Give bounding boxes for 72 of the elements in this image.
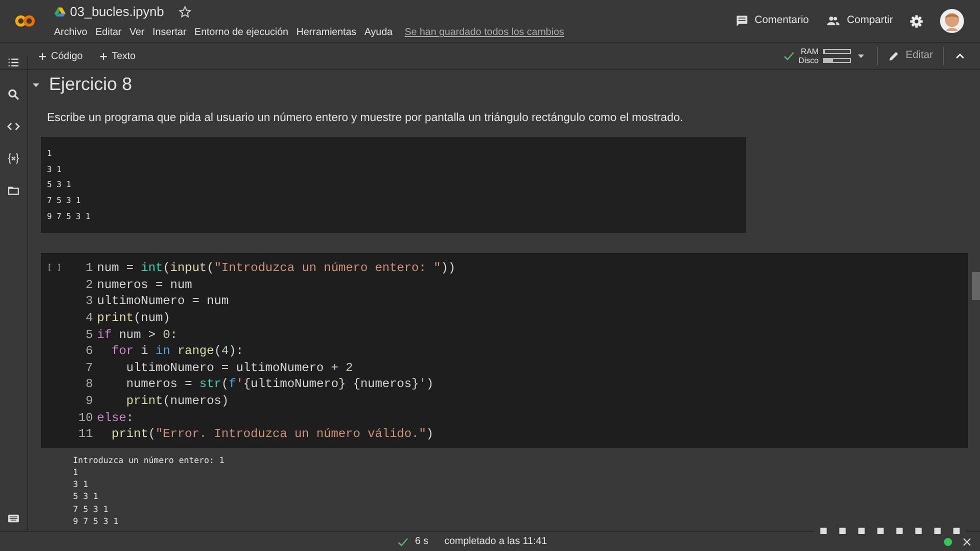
example-line: 5 3 1: [47, 179, 72, 192]
menu-item[interactable]: Ver: [129, 25, 144, 40]
output-line: Introduzca un número entero: 1: [73, 454, 226, 466]
menu-icon[interactable]: [7, 56, 20, 69]
duration-text: 6 s: [415, 535, 428, 549]
close-icon[interactable]: [962, 536, 972, 546]
description-text: Escribe un programa que pida al usuario un número entero y muestre por pantalla un triángulo rectángulo como el mostrado.: [47, 111, 684, 126]
add-cell-button[interactable]: Código: [38, 48, 83, 64]
menu-item[interactable]: Archivo: [54, 25, 88, 40]
line-number: 6: [84, 343, 93, 360]
resources-button[interactable]: RAM Disco: [782, 47, 867, 65]
line-number: 3: [84, 293, 93, 310]
code-line: print("Error. Introduzca un número válido."): [110, 426, 434, 443]
menu-item[interactable]: Herramientas: [296, 25, 356, 40]
settings-icon[interactable]: [909, 14, 924, 28]
connection-dot: [944, 538, 952, 546]
code-line: ultimoNumero = ultimoNumero + 2: [125, 360, 354, 376]
star-icon[interactable]: [178, 4, 192, 18]
line-number: 9: [84, 392, 93, 410]
code-line: num = int(input("Introduzca un número entero: ")): [97, 260, 456, 277]
code-line: numeros = num: [97, 276, 194, 294]
edit-button[interactable]: Editar: [888, 48, 933, 64]
plus-icon: [98, 52, 108, 60]
example-line: 7 5 3 1: [47, 195, 82, 208]
output-line: 1: [73, 466, 80, 478]
folder-icon[interactable]: [7, 184, 20, 197]
line-number: 11: [77, 426, 93, 443]
code-line: for i in range(4):: [110, 343, 244, 360]
code-line: numeros = str(f'{ultimoNumero} {numeros}'): [125, 376, 435, 393]
keyboard-icon[interactable]: [7, 512, 20, 525]
plus-icon: [38, 52, 47, 60]
comment-button[interactable]: Comentario: [734, 13, 809, 29]
resource-label: RAM: [800, 47, 819, 56]
code-line: print(numeros): [125, 392, 230, 410]
menu-item[interactable]: Insertar: [152, 25, 186, 40]
code-line: else:: [97, 410, 135, 426]
output-line: 9 7 5 3 1: [73, 514, 120, 527]
code-line: ultimoNumero = num: [97, 293, 230, 310]
line-number: 10: [77, 410, 93, 426]
save-status-link[interactable]: Se han guardado todos los cambios: [404, 25, 564, 40]
code-cell[interactable]: [41, 253, 968, 448]
menu-item[interactable]: Editar: [95, 25, 122, 40]
line-number: 8: [84, 376, 93, 393]
search-icon[interactable]: [7, 88, 20, 101]
line-number: 4: [84, 310, 93, 327]
scrollbar-thumb[interactable]: [972, 272, 980, 300]
variables-icon[interactable]: [7, 152, 20, 165]
output-line: 7 5 3 1: [73, 502, 110, 515]
example-line: 3 1: [47, 164, 62, 176]
menu-item[interactable]: Entorno de ejecución: [194, 25, 288, 40]
status-message: completado a las 11:41: [444, 535, 548, 549]
code-line: if num > 0:: [97, 326, 178, 344]
line-number: 7: [84, 360, 93, 376]
example-line: 9 7 5 3 1: [47, 210, 92, 223]
notebook-title[interactable]: 03_bucles.ipynb: [70, 2, 164, 22]
output-line: 3 1: [73, 478, 90, 490]
code-icon[interactable]: [7, 120, 20, 133]
people-icon: [824, 14, 841, 28]
line-number: 5: [84, 326, 93, 344]
code-line: print(num): [97, 310, 172, 327]
share-button[interactable]: Compartir: [824, 13, 893, 29]
add-cell-button[interactable]: Texto: [98, 48, 136, 64]
line-number: 1: [84, 260, 93, 277]
drive-icon: [54, 6, 66, 18]
resource-label: Disco: [798, 56, 819, 65]
avatar-icon[interactable]: [940, 9, 964, 33]
example-line: 1: [47, 148, 53, 160]
output-line: 5 3 1: [73, 490, 100, 503]
run-cell-marker[interactable]: [ ]: [47, 260, 73, 443]
line-number: 2: [84, 276, 93, 294]
menu-item[interactable]: Ayuda: [364, 25, 393, 40]
section-heading: Ejercicio 8: [49, 73, 132, 96]
